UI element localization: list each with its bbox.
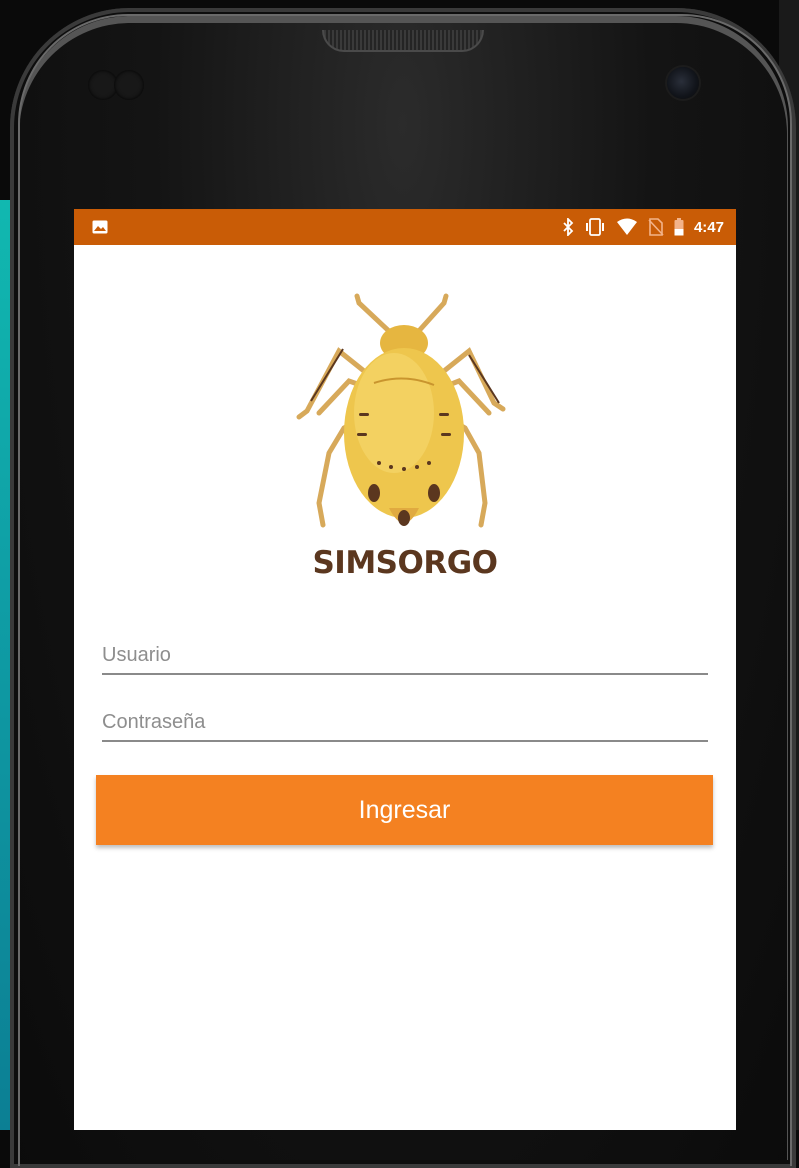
aphid-icon [296,293,506,528]
front-camera [667,67,699,99]
bluetooth-icon [563,218,574,236]
light-sensor [114,70,144,100]
password-input[interactable] [102,706,708,738]
username-input[interactable] [102,639,708,671]
status-clock: 4:47 [693,218,724,236]
no-sim-icon [648,218,664,236]
vibrate-icon [585,218,604,236]
app-screen: 4:47 SIMSORGO Usuario Ingresar [74,209,736,1130]
earpiece-speaker [322,30,484,52]
image-icon [92,220,108,234]
password-field[interactable] [102,706,708,742]
brand-name: SIMSORGO [312,545,498,581]
status-bar: 4:47 [74,209,736,245]
wifi-icon [616,218,637,235]
battery-icon [674,218,684,236]
login-button[interactable]: Ingresar [96,775,713,845]
username-field[interactable] [102,639,708,675]
